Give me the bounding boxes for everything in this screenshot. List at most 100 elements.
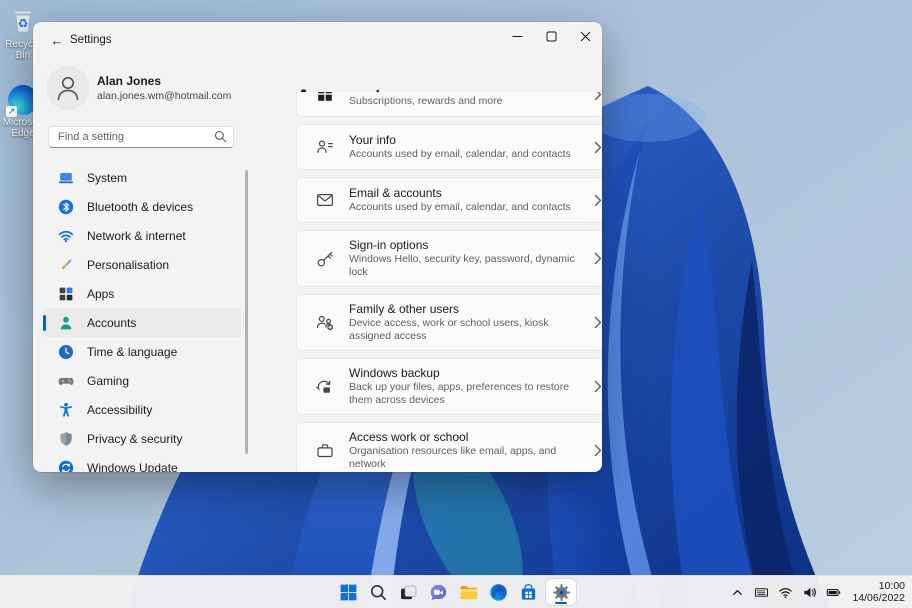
sidebar-item-label: Apps: [87, 286, 115, 301]
taskbar-clock[interactable]: 10:00 14/06/2022: [852, 580, 905, 604]
sidebar-item-personalisation[interactable]: Personalisation: [43, 250, 241, 279]
chevron-right-icon: [591, 444, 602, 457]
accessibility-icon: [58, 402, 74, 418]
taskbar-apps: [336, 576, 576, 608]
avatar[interactable]: [46, 66, 90, 110]
card-subtitle: Accounts used by email, calendar, and co…: [349, 148, 571, 160]
taskbar-button-chat[interactable]: [426, 579, 450, 605]
sidebar-item-label: Personalisation: [87, 257, 170, 272]
search-icon: [368, 582, 389, 603]
card-text: Access work or school Organisation resour…: [349, 430, 591, 471]
back-button[interactable]: ←: [46, 31, 68, 49]
card-title: Family & other users: [349, 302, 460, 316]
battery-icon: [826, 585, 841, 600]
wifi-icon: [778, 585, 793, 600]
card-text: Family & other users Device access, work …: [349, 302, 591, 343]
settings-gear-icon: [551, 582, 572, 603]
card-title: Email & accounts: [349, 186, 442, 200]
sidebar-nav: System Bluetooth & devices Network & inter…: [43, 163, 241, 472]
taskbar-button-file-explorer[interactable]: [456, 579, 480, 605]
profile-email: alan.jones.wm@hotmail.com: [97, 90, 232, 102]
chevron-right-icon: [591, 380, 602, 393]
maximize-button[interactable]: [534, 22, 568, 50]
card-title: Sign-in options: [349, 238, 429, 252]
system-icon: [58, 170, 74, 186]
sidebar-item-time-language[interactable]: Time & language: [43, 337, 241, 366]
minimize-button[interactable]: [500, 22, 534, 50]
shortcut-arrow-icon: ↗: [6, 106, 17, 117]
card-subtitle: Subscriptions, rewards and more: [349, 95, 503, 107]
task-view-icon: [398, 582, 419, 603]
settings-card-sign-in-options[interactable]: Sign-in options Windows Hello, security k…: [296, 230, 602, 287]
settings-card-your-info[interactable]: Your info Accounts used by email, calenda…: [296, 124, 602, 170]
taskbar-button-settings[interactable]: [546, 579, 576, 605]
svg-text:♻: ♻: [18, 17, 29, 31]
sidebar-item-accessibility[interactable]: Accessibility: [43, 395, 241, 424]
settings-card-email-accounts[interactable]: Email & accounts Accounts used by email, …: [296, 177, 602, 223]
tray-chevron-up[interactable]: [729, 584, 745, 600]
search-magnifier-icon: [214, 130, 227, 143]
card-subtitle: Device access, work or school users, kio…: [349, 317, 549, 342]
tray-wifi[interactable]: [777, 584, 793, 600]
chat-icon: [428, 582, 449, 603]
gaming-icon: [58, 373, 74, 389]
chevron-right-icon: [591, 194, 602, 207]
sidebar-item-system[interactable]: System: [43, 163, 241, 192]
sidebar-scrollbar[interactable]: [245, 170, 248, 454]
chevron-right-icon: [591, 141, 602, 154]
volume-icon: [802, 585, 817, 600]
card-text: Windows backup Back up your files, apps, …: [349, 366, 591, 407]
sidebar-item-privacy-security[interactable]: Privacy & security: [43, 424, 241, 453]
chevron-up-icon: [730, 585, 745, 600]
sidebar-item-network-internet[interactable]: Network & internet: [43, 221, 241, 250]
clock-time: 10:00: [878, 580, 905, 592]
settings-card-access-work-school[interactable]: Access work or school Organisation resour…: [296, 422, 602, 472]
sidebar-item-label: Accessibility: [87, 402, 153, 417]
sidebar-item-bluetooth-devices[interactable]: Bluetooth & devices: [43, 192, 241, 221]
sidebar-item-label: Time & language: [87, 344, 178, 359]
taskbar: 10:00 14/06/2022: [0, 575, 912, 608]
edge-browser-icon: [488, 582, 509, 603]
card-text: Subscriptions, rewards and more: [349, 92, 591, 108]
settings-card-windows-backup[interactable]: Windows backup Back up your files, apps, …: [296, 358, 602, 415]
settings-card-list: Subscriptions, rewards and more Your info…: [296, 92, 602, 472]
sidebar-item-gaming[interactable]: Gaming: [43, 366, 241, 395]
taskbar-button-search[interactable]: [366, 579, 390, 605]
tray-battery[interactable]: [825, 584, 841, 600]
card-subtitle: Back up your files, apps, preferences to…: [349, 381, 570, 406]
taskbar-button-start[interactable]: [336, 579, 360, 605]
card-title: Your info: [349, 133, 396, 147]
card-subtitle: Accounts used by email, calendar, and co…: [349, 201, 571, 213]
microsoft-logo-icon: [315, 92, 335, 104]
search-input[interactable]: [48, 126, 234, 148]
windows-update-icon: [58, 460, 74, 472]
sidebar-item-label: Privacy & security: [87, 431, 183, 446]
sidebar-item-apps[interactable]: Apps: [43, 279, 241, 308]
card-text: Sign-in options Windows Hello, security k…: [349, 238, 591, 279]
card-title: Access work or school: [349, 430, 469, 444]
chevron-right-icon: [591, 92, 602, 101]
sidebar-item-label: System: [87, 170, 128, 185]
settings-card-subscriptions[interactable]: Subscriptions, rewards and more: [296, 92, 602, 117]
personalisation-icon: [58, 257, 74, 273]
taskbar-button-edge[interactable]: [486, 579, 510, 605]
taskbar-button-store[interactable]: [516, 579, 540, 605]
sidebar-item-label: Bluetooth & devices: [87, 199, 194, 214]
email-icon: [315, 190, 335, 210]
taskbar-button-task-view[interactable]: [396, 579, 420, 605]
privacy-icon: [58, 431, 74, 447]
settings-card-family-other-users[interactable]: Family & other users Device access, work …: [296, 294, 602, 351]
profile-name: Alan Jones: [97, 74, 162, 88]
start-icon: [338, 582, 359, 603]
backup-icon: [315, 377, 335, 397]
window-controls: [500, 22, 602, 50]
file-explorer-icon: [458, 582, 479, 603]
tray-volume[interactable]: [801, 584, 817, 600]
close-button[interactable]: [568, 22, 602, 50]
sidebar-item-label: Windows Update: [87, 460, 178, 473]
sidebar-item-label: Gaming: [87, 373, 130, 388]
sidebar-item-windows-update[interactable]: Windows Update: [43, 453, 241, 472]
sidebar-item-accounts[interactable]: Accounts: [43, 308, 241, 337]
tray-touch-keyboard[interactable]: [753, 584, 769, 600]
time-language-icon: [58, 344, 74, 360]
